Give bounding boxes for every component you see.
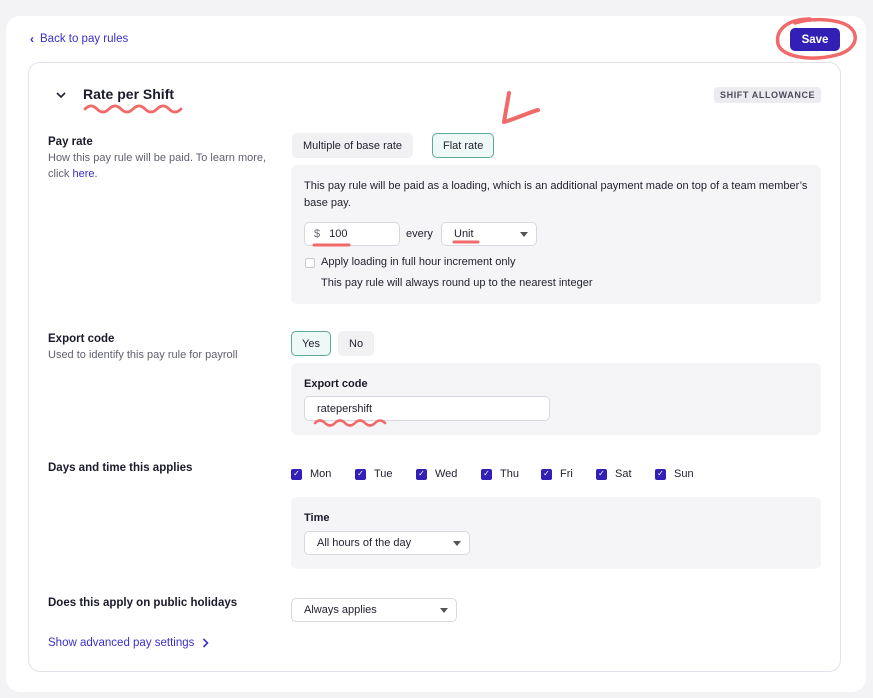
day-sun[interactable]: ✓ Sun: [655, 468, 694, 480]
day-label: Thu: [500, 468, 519, 480]
export-yes-option[interactable]: Yes: [291, 331, 331, 356]
amount-input[interactable]: $ 100: [304, 222, 400, 246]
day-sat[interactable]: ✓ Sat: [596, 468, 632, 480]
tab-multiple-of-base-rate[interactable]: Multiple of base rate: [292, 133, 414, 158]
caret-down-icon: [453, 540, 461, 546]
checkbox-checked-icon: ✓: [291, 468, 302, 480]
day-label: Fri: [560, 468, 573, 480]
day-label: Sun: [674, 468, 694, 480]
export-code-field-label: Export code: [304, 378, 368, 390]
caret-down-icon: [440, 607, 448, 613]
pay-rate-desc-suffix: .: [94, 168, 98, 180]
rule-title: Rate per Shift: [83, 86, 175, 102]
public-holidays-title: Does this apply on public holidays: [48, 597, 238, 609]
back-link-label: Back to pay rules: [40, 33, 129, 45]
full-hour-increment-label: Apply loading in full hour increment onl…: [321, 256, 516, 268]
time-label: Time: [304, 512, 330, 524]
day-tue[interactable]: ✓ Tue: [355, 468, 393, 480]
export-code-description: Used to identify this pay rule for payro…: [48, 349, 238, 361]
back-to-pay-rules-link[interactable]: ‹ Back to pay rules: [30, 32, 128, 46]
time-value: All hours of the day: [317, 537, 412, 549]
day-label: Wed: [435, 468, 458, 480]
day-thu[interactable]: ✓ Thu: [481, 468, 519, 480]
chevron-left-icon: ‹: [30, 32, 34, 46]
shift-allowance-badge: SHIFT ALLOWANCE: [714, 87, 822, 103]
export-no-option[interactable]: No: [338, 331, 375, 356]
pay-rate-title: Pay rate: [48, 136, 93, 148]
pay-rate-description: How this pay rule will be paid. To learn…: [48, 150, 268, 182]
learn-more-link[interactable]: here: [72, 168, 94, 180]
flat-rate-info: This pay rule will be paid as a loading,…: [304, 180, 808, 209]
time-select[interactable]: All hours of the day: [304, 531, 470, 555]
export-code-value: ratepershift: [317, 402, 373, 415]
checkbox-checked-icon: ✓: [355, 468, 366, 480]
export-code-input[interactable]: ratepershift: [304, 396, 550, 421]
every-label: every: [406, 228, 433, 240]
public-holidays-value: Always applies: [304, 604, 377, 616]
unit-value: Unit: [454, 228, 474, 240]
advanced-link-label: Show advanced pay settings: [48, 637, 195, 649]
days-title: Days and time this applies: [48, 462, 193, 474]
day-wed[interactable]: ✓ Wed: [416, 468, 457, 480]
tab-flat-rate[interactable]: Flat rate: [432, 133, 495, 158]
chevron-right-icon: [203, 638, 210, 648]
save-button[interactable]: Save: [790, 28, 840, 51]
chevron-down-icon[interactable]: [54, 88, 68, 102]
unit-select[interactable]: Unit: [441, 222, 537, 246]
day-label: Sat: [615, 468, 632, 480]
caret-down-icon: [520, 231, 528, 237]
full-hour-increment-checkbox[interactable]: [305, 258, 315, 268]
export-code-title: Export code: [48, 333, 115, 345]
checkbox-checked-icon: ✓: [416, 468, 427, 480]
day-mon[interactable]: ✓ Mon: [291, 468, 331, 480]
currency-symbol: $: [314, 228, 321, 240]
show-advanced-settings-link[interactable]: Show advanced pay settings: [48, 637, 210, 649]
round-up-note: This pay rule will always round up to th…: [321, 277, 593, 289]
checkbox-checked-icon: ✓: [481, 468, 492, 480]
day-fri[interactable]: ✓ Fri: [541, 468, 573, 480]
day-label: Tue: [374, 468, 393, 480]
day-label: Mon: [310, 468, 332, 480]
checkbox-checked-icon: ✓: [541, 468, 552, 480]
public-holidays-select[interactable]: Always applies: [291, 598, 457, 622]
checkbox-checked-icon: ✓: [655, 468, 666, 480]
checkbox-checked-icon: ✓: [596, 468, 607, 480]
amount-value: 100: [329, 228, 348, 240]
